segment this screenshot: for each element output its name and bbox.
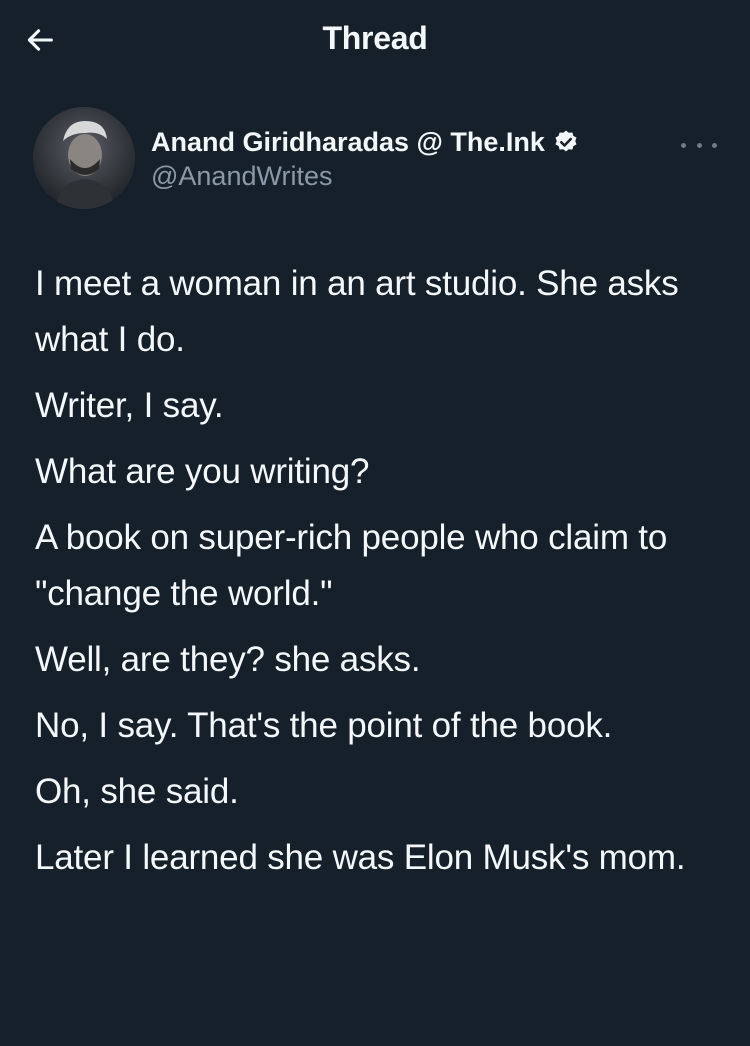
tweet-paragraph: Later I learned she was Elon Musk's mom. <box>35 838 686 877</box>
more-dot <box>712 142 717 148</box>
author-names: Anand Giridharadas @ The.Ink @AnandWrite… <box>151 125 579 192</box>
display-name-row: Anand Giridharadas @ The.Ink <box>151 125 579 159</box>
tweet-paragraph: A book on super-rich people who claim to… <box>35 518 668 613</box>
top-bar: Thread <box>0 0 750 80</box>
more-dot <box>696 142 702 148</box>
tweet-paragraph: No, I say. That's the point of the book. <box>35 706 613 745</box>
author-handle[interactable]: @AnandWrites <box>151 161 579 192</box>
page-title: Thread <box>322 20 428 56</box>
more-dot <box>681 142 686 148</box>
avatar[interactable] <box>33 107 135 209</box>
tweet-paragraph: Well, are they? she asks. <box>35 640 421 679</box>
tweet-paragraph: What are you writing? <box>35 452 370 491</box>
more-options-icon[interactable] <box>681 135 717 155</box>
tweet-paragraph: I meet a woman in an art studio. She ask… <box>35 264 679 359</box>
tweet-paragraph: Oh, she said. <box>35 772 239 811</box>
verified-badge-icon <box>553 129 579 155</box>
tweet-text: I meet a woman in an art studio. She ask… <box>35 256 725 896</box>
tweet-author: Anand Giridharadas @ The.Ink @AnandWrite… <box>33 107 723 217</box>
tweet-paragraph: Writer, I say. <box>35 386 224 425</box>
display-name[interactable]: Anand Giridharadas @ The.Ink <box>151 127 545 158</box>
avatar-image <box>33 107 135 209</box>
